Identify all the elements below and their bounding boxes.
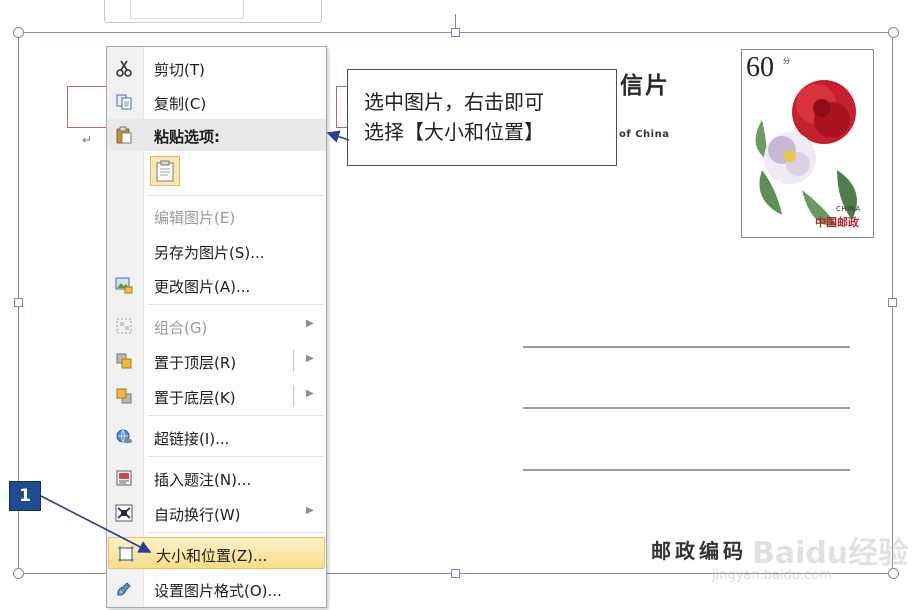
callout-pointer-arrow bbox=[326, 130, 350, 143]
step-arrow bbox=[40, 495, 152, 553]
annotation-arrows bbox=[40, 130, 350, 553]
